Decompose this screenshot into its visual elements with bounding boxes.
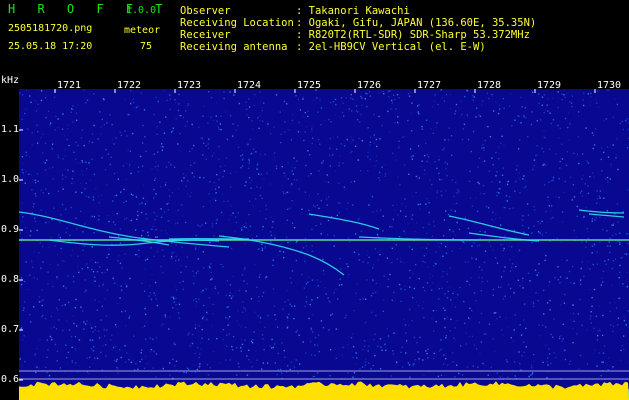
noise-layer: [19, 89, 629, 380]
time-tick-label: 1729: [537, 80, 562, 91]
baseline-signal: [19, 381, 629, 400]
time-axis: 1721 1722 1723 1724 1725 1726 1727 1728 …: [0, 76, 629, 91]
freq-tick-label: 1.0: [1, 174, 20, 185]
receiver-label: Receiver: [180, 29, 231, 41]
receiver-value: : R820T2(RTL-SDR) SDR-Sharp 53.372MHz: [296, 29, 530, 41]
observer-label: Observer: [180, 5, 231, 17]
file-name: 2505181720.png: [8, 23, 93, 34]
antenna-value: : 2el-HB9CV Vertical (el. E-W): [296, 41, 486, 53]
freq-tick-label: 0.7: [1, 324, 20, 335]
header-panel: H R O F F T 1.0.0 2505181720.png meteor …: [0, 0, 629, 68]
time-tick-label: 1724: [237, 80, 262, 91]
meteor-count: 75: [140, 41, 153, 52]
meteor-trace: [448, 215, 530, 236]
meteor-label: meteor: [124, 25, 161, 36]
location-label: Receiving Location: [180, 17, 294, 29]
time-tick-label: 1728: [477, 80, 502, 91]
spectrogram[interactable]: [19, 89, 629, 400]
meteor-trace: [308, 213, 380, 230]
meteor-trace: [578, 209, 625, 214]
freq-tick-label: 0.9: [1, 224, 20, 235]
time-tick-label: 1725: [297, 80, 322, 91]
freq-tick-label: 0.8: [1, 274, 20, 285]
time-tick-label: 1730: [597, 80, 622, 91]
observer-value: : Takanori Kawachi: [296, 5, 410, 17]
time-tick-label: 1722: [117, 80, 142, 91]
frequency-axis: 1.1 1.0 0.9 0.8 0.7 0.6: [0, 76, 22, 400]
time-tick-label: 1726: [357, 80, 382, 91]
location-value: : Ogaki, Gifu, JAPAN (136.60E, 35.35N): [296, 17, 537, 29]
capture-datetime: 25.05.18 17:20: [8, 41, 93, 52]
antenna-label: Receiving antenna: [180, 41, 288, 53]
time-tick-label: 1727: [417, 80, 442, 91]
meteor-trace: [588, 213, 625, 218]
time-tick-label: 1721: [57, 80, 82, 91]
freq-tick-label: 1.1: [1, 124, 20, 135]
time-tick-label: 1723: [177, 80, 202, 91]
meteor-trace: [19, 211, 230, 248]
spectrogram-canvas: [19, 89, 629, 400]
meteor-trace: [218, 235, 345, 276]
freq-tick-label: 0.6: [1, 374, 20, 385]
app-version: 1.0.0: [126, 5, 157, 16]
